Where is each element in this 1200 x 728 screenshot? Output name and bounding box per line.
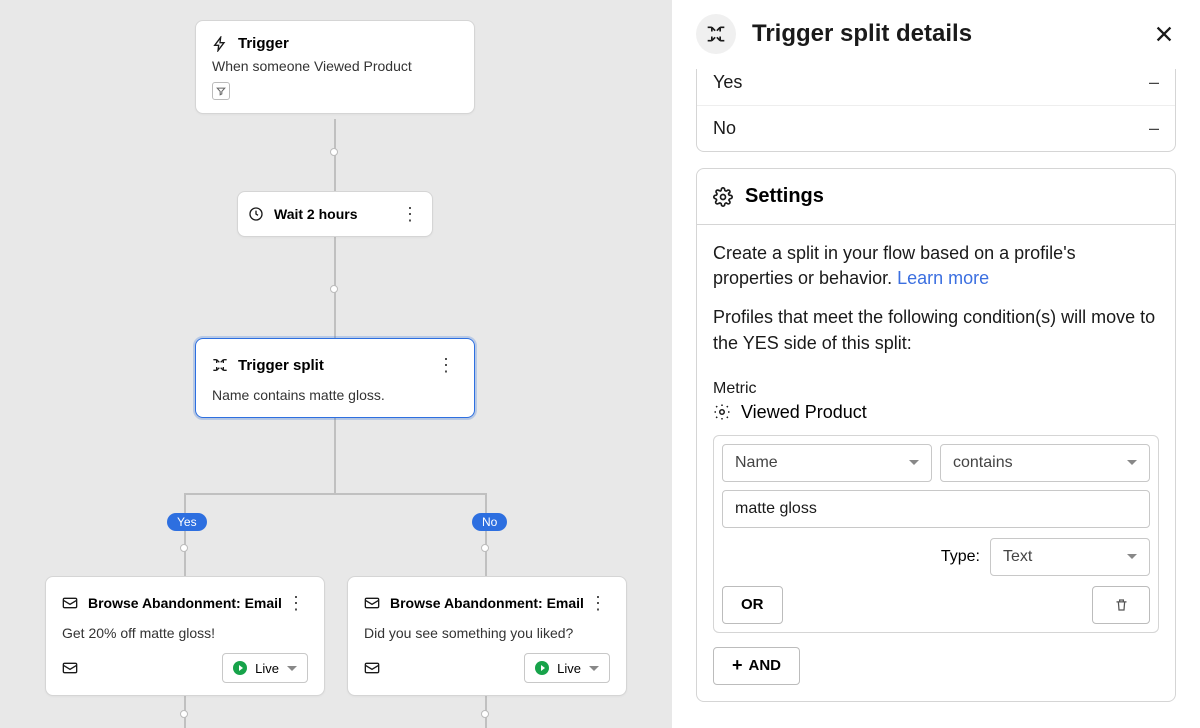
play-icon: [535, 661, 549, 675]
status-label: Live: [255, 661, 279, 676]
trigger-split-node[interactable]: Trigger split ⋮ Name contains matte glos…: [195, 338, 475, 418]
settings-header: Settings: [697, 169, 1175, 225]
connector: [184, 493, 486, 495]
metric-label: Metric: [713, 380, 1159, 398]
email-node-no[interactable]: Browse Abandonment: Email... ⋮ Did you s…: [347, 576, 627, 696]
more-menu[interactable]: ⋮: [586, 591, 610, 615]
clock-icon: [248, 206, 264, 222]
connector-handle: [330, 148, 338, 156]
stat-value: –: [1149, 72, 1159, 93]
value-input[interactable]: [722, 490, 1150, 528]
email-title: Browse Abandonment: Email...: [390, 595, 584, 611]
no-badge: No: [472, 513, 507, 531]
status-dropdown[interactable]: Live: [222, 653, 308, 683]
mail-icon: [364, 661, 380, 675]
settings-title: Settings: [745, 185, 824, 208]
email-node-yes[interactable]: Browse Abandonment: Email... ⋮ Get 20% o…: [45, 576, 325, 696]
connector-handle: [180, 710, 188, 718]
filter-icon[interactable]: [212, 82, 230, 100]
mail-icon: [62, 661, 78, 675]
condition-group: Name contains Type: Text OR: [713, 435, 1159, 633]
and-button[interactable]: +AND: [713, 647, 800, 685]
gear-icon: [713, 403, 731, 421]
split-icon: [212, 357, 228, 373]
delete-button[interactable]: [1092, 586, 1150, 624]
yes-badge: Yes: [167, 513, 207, 531]
more-menu[interactable]: ⋮: [434, 353, 458, 377]
lightning-icon: [212, 36, 228, 52]
stat-label: No: [713, 118, 736, 139]
close-button[interactable]: [1152, 22, 1176, 46]
trigger-title: Trigger: [238, 35, 289, 52]
chevron-down-icon: [1127, 554, 1137, 559]
flow-canvas[interactable]: Trigger When someone Viewed Product Wait…: [0, 0, 672, 728]
play-icon: [233, 661, 247, 675]
gear-icon: [713, 187, 733, 207]
wait-node[interactable]: Wait 2 hours ⋮: [237, 191, 433, 237]
details-panel: Trigger split details Waiting– Yes– No– …: [672, 0, 1200, 728]
wait-label: Wait 2 hours: [274, 206, 388, 222]
split-icon: [696, 14, 736, 54]
mail-icon: [364, 596, 380, 610]
email-body: Did you see something you liked?: [364, 625, 610, 641]
type-select[interactable]: Text: [990, 538, 1150, 576]
connector-handle: [481, 710, 489, 718]
settings-card: Settings Create a split in your flow bas…: [696, 168, 1176, 702]
stats-card: Waiting– Yes– No–: [696, 69, 1176, 152]
split-title: Trigger split: [238, 357, 324, 374]
trigger-desc: When someone Viewed Product: [212, 58, 458, 74]
status-label: Live: [557, 661, 581, 676]
learn-more-link[interactable]: Learn more: [897, 268, 989, 288]
stat-row-yes: Yes –: [697, 69, 1175, 105]
more-menu[interactable]: ⋮: [398, 202, 422, 226]
or-button[interactable]: OR: [722, 586, 783, 624]
settings-desc: Create a split in your flow based on a p…: [713, 241, 1159, 291]
status-dropdown[interactable]: Live: [524, 653, 610, 683]
operator-select[interactable]: contains: [940, 444, 1150, 482]
metric-value: Viewed Product: [741, 402, 867, 423]
panel-title: Trigger split details: [752, 20, 1152, 48]
panel-header: Trigger split details: [672, 0, 1200, 69]
connector: [485, 493, 487, 576]
type-label: Type:: [941, 548, 980, 566]
chevron-down-icon: [287, 666, 297, 671]
chevron-down-icon: [909, 460, 919, 465]
field-select[interactable]: Name: [722, 444, 932, 482]
stat-value: –: [1149, 118, 1159, 139]
email-body: Get 20% off matte gloss!: [62, 625, 308, 641]
split-desc: Name contains matte gloss.: [212, 387, 458, 403]
connector-handle: [481, 544, 489, 552]
connector-handle: [330, 285, 338, 293]
mail-icon: [62, 596, 78, 610]
chevron-down-icon: [1127, 460, 1137, 465]
trigger-node[interactable]: Trigger When someone Viewed Product: [195, 20, 475, 114]
more-menu[interactable]: ⋮: [284, 591, 308, 615]
email-title: Browse Abandonment: Email...: [88, 595, 282, 611]
settings-desc2: Profiles that meet the following conditi…: [713, 305, 1159, 355]
connector: [184, 493, 186, 576]
chevron-down-icon: [589, 666, 599, 671]
stat-label: Yes: [713, 72, 742, 93]
stat-row-no: No –: [697, 105, 1175, 151]
connector-handle: [180, 544, 188, 552]
connector: [334, 416, 336, 494]
metric-value-row: Viewed Product: [713, 402, 1159, 423]
